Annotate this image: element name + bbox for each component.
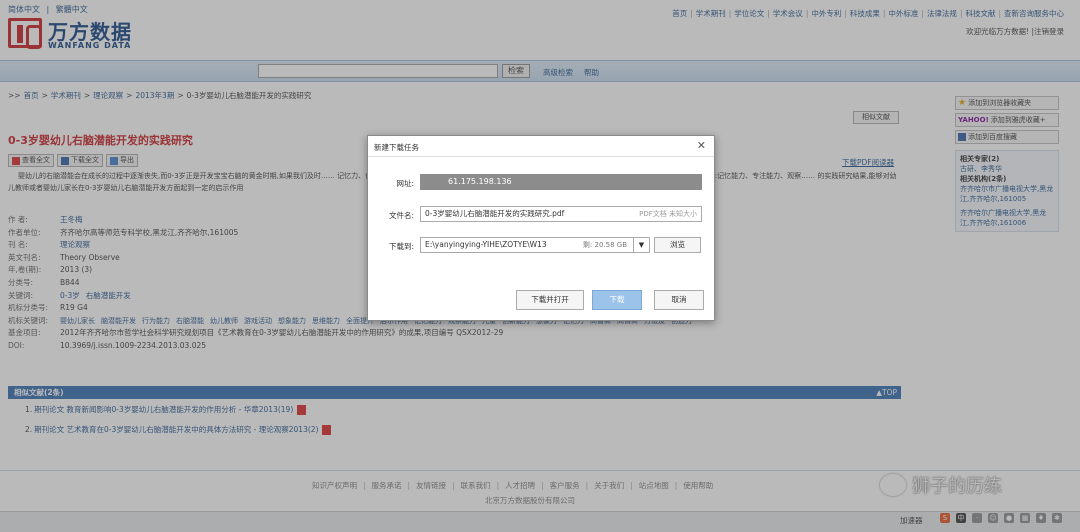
download-dialog: 新建下载任务 ✕ 网址: 61.175.198.136 文件名: 0-3岁婴幼儿… bbox=[367, 135, 715, 321]
browser-page: 简体中文 | 繁體中文 万方数据 WANFANG DATA 首页 | 学术期刊 | 学位… bbox=[0, 0, 1080, 532]
download-dir-select[interactable]: E:\yanyingying-YIHE\ZOTYE\W13 剩: 20.58 G… bbox=[420, 237, 650, 253]
dir-label: 下载到: bbox=[388, 242, 414, 251]
download-button[interactable]: 下载 bbox=[592, 290, 642, 310]
dir-value: E:\yanyingying-YIHE\ZOTYE\W13 bbox=[425, 240, 547, 249]
free-space: 剩: 20.58 GB bbox=[582, 241, 627, 249]
filetype-info: PDF文档 未知大小 bbox=[639, 210, 697, 218]
dialog-title: 新建下载任务 bbox=[374, 143, 419, 152]
close-icon[interactable]: ✕ bbox=[697, 139, 706, 152]
url-label: 网址: bbox=[396, 179, 414, 188]
download-open-button[interactable]: 下载并打开 bbox=[516, 290, 584, 310]
cancel-button[interactable]: 取消 bbox=[654, 290, 704, 310]
url-field: 61.175.198.136 bbox=[420, 174, 702, 190]
filename-value: 0-3岁婴幼儿右脑潜能开发的实践研究.pdf bbox=[425, 209, 565, 218]
filename-input[interactable]: 0-3岁婴幼儿右脑潜能开发的实践研究.pdf PDF文档 未知大小 bbox=[420, 206, 702, 222]
filename-label: 文件名: bbox=[388, 211, 414, 220]
dialog-divider bbox=[368, 156, 714, 157]
chevron-down-icon[interactable]: ▼ bbox=[633, 238, 649, 252]
browse-button[interactable]: 浏览 bbox=[654, 237, 701, 253]
